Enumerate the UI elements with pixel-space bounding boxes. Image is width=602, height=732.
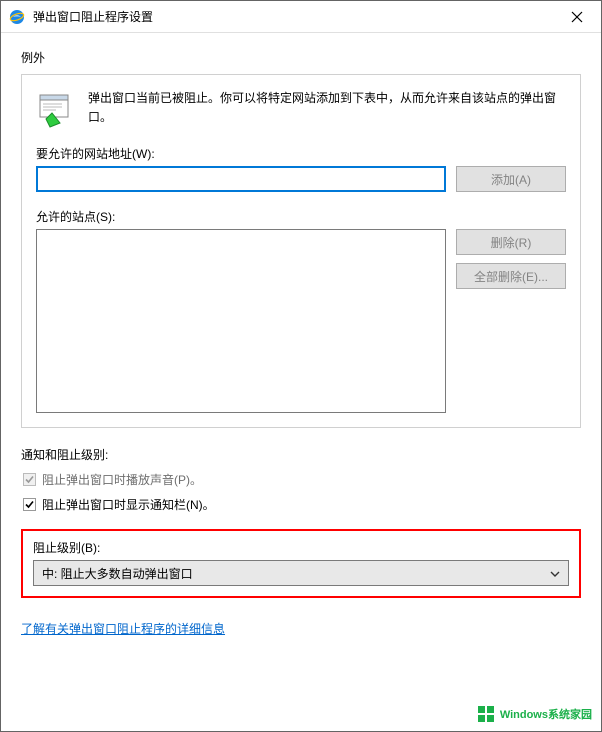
address-input-row: 添加(A): [36, 166, 566, 192]
link-row: 了解有关弹出窗口阻止程序的详细信息: [21, 620, 581, 637]
close-icon: [571, 11, 583, 23]
remove-all-button[interactable]: 全部删除(E)...: [456, 263, 566, 289]
popup-blocker-settings-dialog: 弹出窗口阻止程序设置 例外: [0, 0, 602, 732]
ie-icon: [9, 9, 25, 25]
block-level-selected: 中: 阻止大多数自动弹出窗口: [42, 565, 193, 582]
dialog-title: 弹出窗口阻止程序设置: [33, 8, 557, 25]
address-label: 要允许的网站地址(W):: [36, 145, 566, 162]
allowed-sites-listbox[interactable]: [36, 229, 446, 413]
watermark: Windows系统家园: [472, 702, 596, 726]
exception-group-label: 例外: [21, 49, 581, 66]
block-level-highlight: 阻止级别(B): 中: 阻止大多数自动弹出窗口: [21, 529, 581, 598]
allowed-sites-label: 允许的站点(S):: [36, 208, 566, 225]
watermark-icon: [476, 704, 496, 724]
allowed-sites-row: 删除(R) 全部删除(E)...: [36, 229, 566, 413]
sound-checkbox-label: 阻止弹出窗口时播放声音(P)。: [42, 471, 202, 488]
block-level-combobox[interactable]: 中: 阻止大多数自动弹出窗口: [33, 560, 569, 586]
info-row: 弹出窗口当前已被阻止。你可以将特定网站添加到下表中，从而允许来自该站点的弹出窗口…: [36, 89, 566, 129]
info-text: 弹出窗口当前已被阻止。你可以将特定网站添加到下表中，从而允许来自该站点的弹出窗口…: [88, 89, 566, 127]
add-button[interactable]: 添加(A): [456, 166, 566, 192]
infobar-checkbox-row[interactable]: 阻止弹出窗口时显示通知栏(N)。: [23, 496, 581, 513]
chevron-down-icon: [550, 566, 560, 580]
sound-checkbox: [23, 473, 36, 486]
dialog-content: 例外 弹出窗口当前已被阻止。你可以将特定网站添加到下表中，从而允许来自该站点的弹…: [1, 33, 601, 731]
block-level-label: 阻止级别(B):: [33, 539, 569, 556]
exception-section: 弹出窗口当前已被阻止。你可以将特定网站添加到下表中，从而允许来自该站点的弹出窗口…: [21, 74, 581, 428]
check-icon: [24, 499, 35, 510]
list-buttons: 删除(R) 全部删除(E)...: [456, 229, 566, 413]
address-input[interactable]: [36, 166, 446, 192]
notifications-label: 通知和阻止级别:: [21, 446, 581, 463]
watermark-text: Windows系统家园: [500, 706, 592, 722]
sound-checkbox-row: 阻止弹出窗口时播放声音(P)。: [23, 471, 581, 488]
info-icon: [36, 89, 76, 129]
close-button[interactable]: [557, 3, 597, 31]
infobar-checkbox-label: 阻止弹出窗口时显示通知栏(N)。: [42, 496, 215, 513]
check-icon: [24, 474, 35, 485]
learn-more-link[interactable]: 了解有关弹出窗口阻止程序的详细信息: [21, 622, 225, 636]
infobar-checkbox[interactable]: [23, 498, 36, 511]
title-bar: 弹出窗口阻止程序设置: [1, 1, 601, 33]
remove-button[interactable]: 删除(R): [456, 229, 566, 255]
